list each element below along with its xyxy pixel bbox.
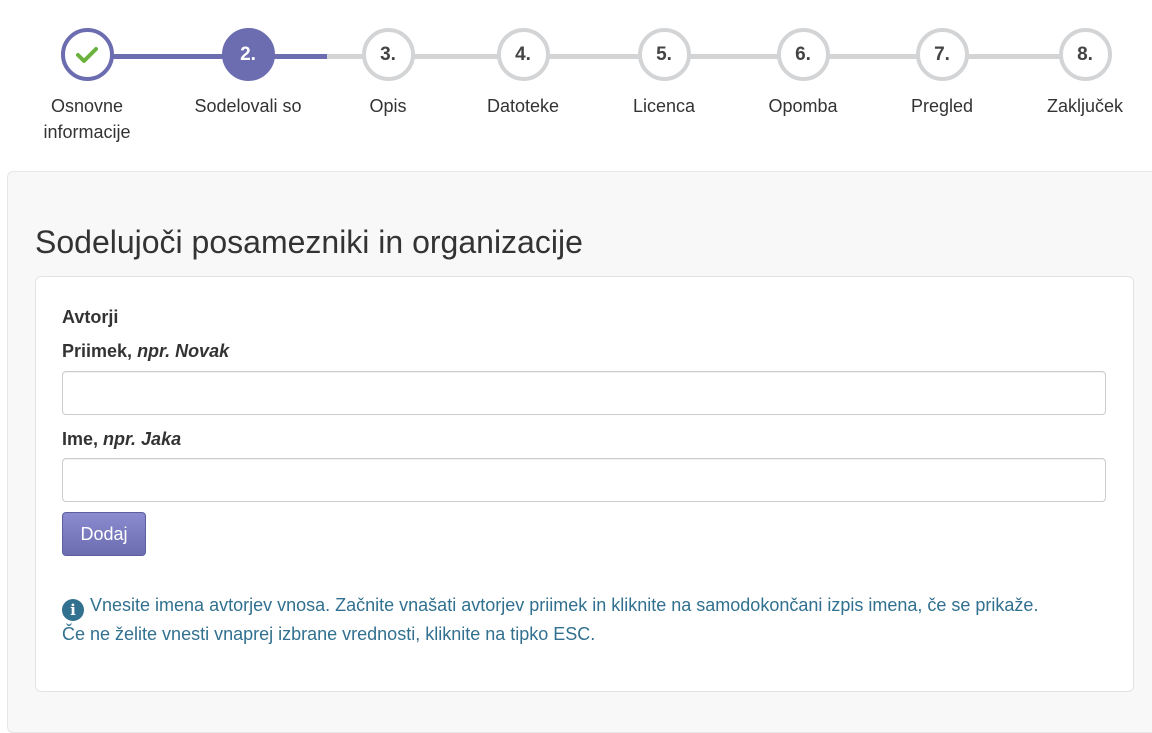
section-title: Sodelujoči posamezniki in organizacije <box>35 224 583 260</box>
step-circle: 8. <box>1058 28 1112 81</box>
step-number: 4. <box>515 43 531 65</box>
step-zakljucek[interactable]: 8. Zaključek <box>1005 28 1152 119</box>
step-label: Zaključek <box>1046 96 1124 116</box>
step-circle: 6. <box>776 28 830 81</box>
info-icon: i <box>62 599 84 621</box>
step-opomba[interactable]: 6. Opomba <box>723 28 883 119</box>
name-label: Ime, npr. Jaka <box>62 429 181 450</box>
help-text: i Vnesite imena avtorjev vnosa. Začnite v… <box>62 592 1112 648</box>
step-number: 7. <box>934 43 950 65</box>
step-label: Sodelovali so <box>194 96 302 116</box>
step-label: Datoteke <box>486 96 560 116</box>
step-circle: 3. <box>361 28 415 81</box>
step-label: Opomba <box>768 96 838 116</box>
step-circle: 4. <box>496 28 550 81</box>
step-circle: 5. <box>637 28 691 81</box>
help-line-2: Če ne želite vnesti vnaprej izbrane vred… <box>62 624 596 644</box>
step-sodelovali-so[interactable]: 2. Sodelovali so <box>168 28 328 119</box>
contributors-section: Sodelujoči posamezniki in organizacije A… <box>7 171 1152 733</box>
add-author-button[interactable]: Dodaj <box>62 512 146 556</box>
help-line-1: Vnesite imena avtorjev vnosa. Začnite vn… <box>90 595 1039 615</box>
step-pregled[interactable]: 7. Pregled <box>862 28 1022 119</box>
step-label: Osnovne informacije <box>43 96 131 142</box>
progress-stepper: Osnovne informacije 2. Sodelovali so 3. … <box>0 0 1152 160</box>
step-label: Pregled <box>910 96 974 116</box>
surname-label-text: Priimek, <box>62 341 133 361</box>
name-input[interactable] <box>62 458 1106 502</box>
surname-input[interactable] <box>62 371 1106 415</box>
step-label: Licenca <box>632 96 696 116</box>
surname-example: npr. Novak <box>137 341 230 361</box>
step-datoteke[interactable]: 4. Datoteke <box>443 28 603 119</box>
step-circle: 2. <box>221 28 275 81</box>
check-icon <box>76 46 98 63</box>
authors-panel: Avtorji Priimek, npr. Novak Ime, npr. Ja… <box>35 276 1134 692</box>
step-number: 5. <box>656 43 672 65</box>
step-circle <box>60 28 114 81</box>
surname-label: Priimek, npr. Novak <box>62 341 229 362</box>
step-osnovne-informacije[interactable]: Osnovne informacije <box>7 28 167 145</box>
step-circle: 7. <box>915 28 969 81</box>
authors-group-label: Avtorji <box>62 307 119 327</box>
step-number: 6. <box>795 43 811 65</box>
step-licenca[interactable]: 5. Licenca <box>584 28 744 119</box>
step-number: 2. <box>240 43 256 65</box>
name-label-text: Ime, <box>62 429 99 449</box>
step-number: 8. <box>1077 43 1093 65</box>
step-number: 3. <box>380 43 396 65</box>
name-example: npr. Jaka <box>103 429 182 449</box>
